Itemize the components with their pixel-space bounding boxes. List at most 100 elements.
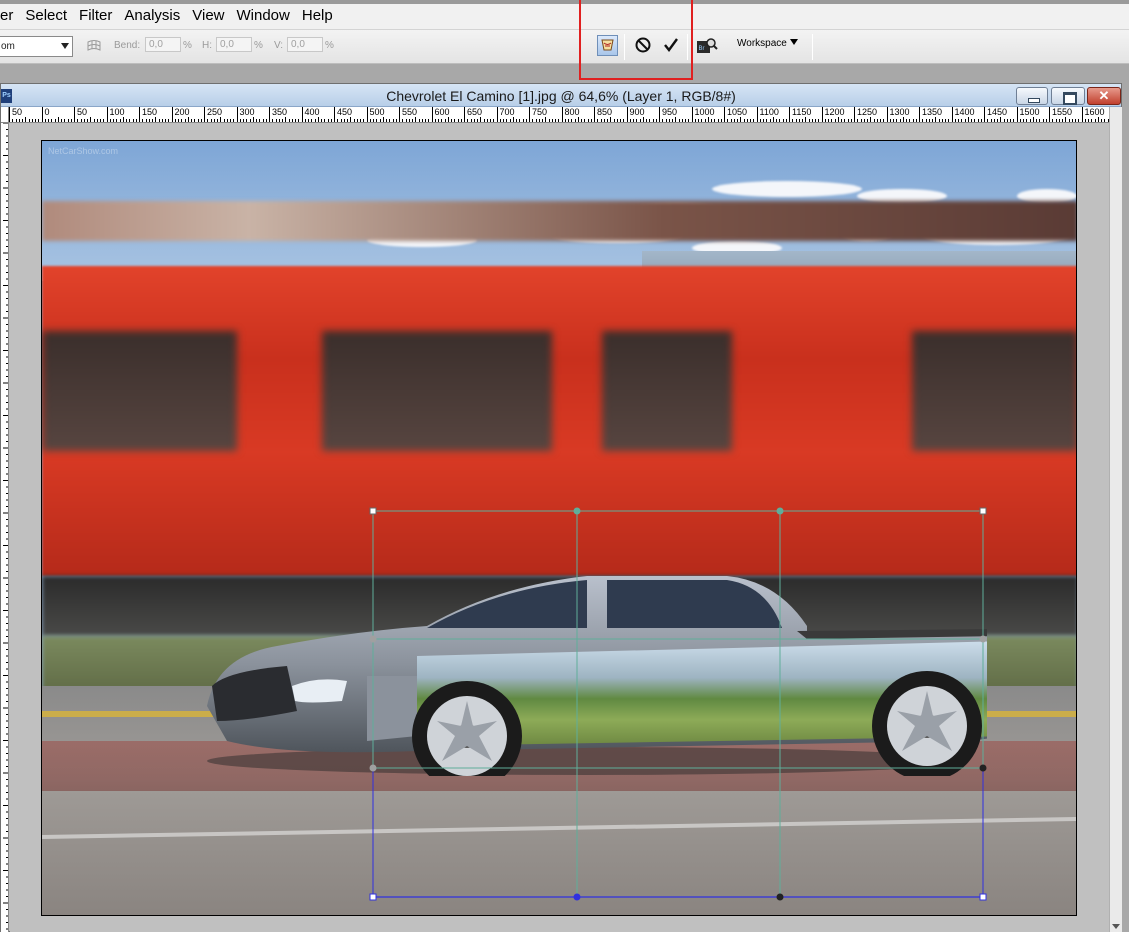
- cancel-transform-icon[interactable]: [634, 36, 652, 54]
- ruler-minor-tick: [776, 119, 777, 122]
- ruler-minor-tick: [87, 119, 88, 122]
- ruler-minor-tick: [152, 119, 153, 122]
- warp-mode-toggle-button[interactable]: [597, 35, 618, 56]
- minimize-button[interactable]: [1016, 87, 1048, 105]
- ruler-minor-tick: [792, 119, 794, 122]
- canvas-area[interactable]: NetCarShow.com: [10, 124, 1109, 932]
- cloud: [712, 181, 862, 197]
- workspace-menu[interactable]: Workspace: [737, 37, 798, 51]
- warp-style-select[interactable]: om: [0, 36, 73, 57]
- ruler-minor-tick: [1013, 119, 1015, 122]
- ruler-minor-tick: [646, 119, 647, 122]
- commit-transform-icon[interactable]: [662, 36, 680, 54]
- warp-mesh-icon[interactable]: [86, 38, 102, 54]
- ruler-minor-tick: [883, 119, 885, 122]
- ruler-minor-tick: [945, 119, 946, 122]
- horizontal-ruler[interactable]: 50 0 50 100 150 200 250 300 350 400 450 500 550 600 65…: [9, 107, 1109, 123]
- ruler-minor-tick: [724, 117, 725, 122]
- ruler-minor-tick: [727, 119, 729, 122]
- ruler-minor-tick: [1023, 119, 1024, 122]
- bridge-browse-icon[interactable]: Br: [696, 36, 718, 56]
- ruler-minor-tick: [665, 119, 667, 122]
- vertical-distortion-input[interactable]: 0,0: [287, 37, 323, 52]
- horizontal-distortion-percent: %: [254, 40, 263, 51]
- menu-bar: er Select Filter Analysis View Window Help: [0, 0, 1129, 30]
- ruler-minor-tick: [701, 119, 703, 122]
- ruler-minor-tick: [675, 117, 677, 122]
- menu-item-window[interactable]: Window: [231, 1, 296, 31]
- ruler-minor-tick: [831, 119, 833, 122]
- ruler-minor-tick: [1003, 119, 1005, 122]
- ruler-minor-tick: [243, 119, 244, 122]
- ruler-minor-tick: [990, 119, 992, 122]
- ruler-minor-tick: [464, 117, 465, 122]
- ruler-minor-tick: [542, 119, 543, 122]
- ruler-minor-tick: [1088, 119, 1089, 122]
- ruler-minor-tick: [96, 119, 98, 122]
- ruler-minor-tick: [298, 119, 300, 122]
- ruler-minor-tick: [841, 119, 842, 122]
- horizontal-distortion-input[interactable]: 0,0: [216, 37, 252, 52]
- ruler-origin[interactable]: [1, 107, 9, 123]
- ruler-minor-tick: [620, 119, 621, 122]
- ruler-minor-tick: [704, 119, 706, 122]
- ruler-minor-tick: [1045, 119, 1047, 122]
- vertical-distortion-label: V:: [274, 40, 284, 51]
- ruler-minor-tick: [389, 119, 391, 122]
- toolbar-separator: [687, 34, 688, 60]
- ruler-minor-tick: [467, 119, 469, 122]
- ruler-minor-tick: [265, 119, 267, 122]
- ruler-minor-tick: [626, 117, 628, 122]
- ruler-minor-tick: [308, 119, 309, 122]
- ruler-minor-tick: [512, 117, 514, 122]
- menu-item-select[interactable]: Select: [19, 1, 73, 31]
- ruler-minor-tick: [191, 119, 192, 122]
- ruler-minor-tick: [932, 119, 933, 122]
- ruler-minor-tick: [909, 119, 911, 122]
- document-title-bar[interactable]: Ps Chevrolet El Camino [1].jpg @ 64,6% (…: [1, 84, 1121, 107]
- ruler-minor-tick: [574, 119, 576, 122]
- ruler-minor-tick: [1104, 119, 1106, 122]
- ruler-minor-tick: [763, 119, 764, 122]
- ruler-minor-tick: [457, 119, 459, 122]
- document-image[interactable]: NetCarShow.com: [41, 140, 1077, 916]
- ruler-minor-tick: [1091, 119, 1093, 122]
- vertical-distortion-percent: %: [325, 40, 334, 51]
- ruler-minor-tick: [743, 119, 745, 122]
- ruler-minor-tick: [759, 119, 761, 122]
- ruler-minor-tick: [321, 119, 322, 122]
- ruler-minor-tick: [51, 119, 53, 122]
- ruler-minor-tick: [1039, 119, 1041, 122]
- ruler-minor-tick: [168, 119, 170, 122]
- menu-item-help[interactable]: Help: [296, 1, 339, 31]
- ruler-minor-tick: [360, 119, 361, 122]
- ruler-minor-tick: [568, 119, 569, 122]
- ruler-minor-tick: [1042, 119, 1044, 122]
- vertical-ruler[interactable]: [1, 123, 9, 932]
- maximize-button[interactable]: [1051, 87, 1085, 105]
- ruler-minor-tick: [899, 119, 901, 122]
- menu-item-filter[interactable]: Filter: [73, 1, 118, 31]
- vertical-ruler-ticks: [3, 123, 8, 930]
- ruler-minor-tick: [691, 117, 693, 122]
- scroll-down-icon[interactable]: [1112, 924, 1120, 929]
- menu-item-view[interactable]: View: [186, 1, 230, 31]
- ruler-minor-tick: [480, 117, 482, 122]
- ruler-minor-tick: [951, 117, 953, 122]
- ruler-minor-tick: [165, 119, 166, 122]
- vertical-scrollbar[interactable]: [1109, 107, 1122, 932]
- ruler-minor-tick: [142, 119, 144, 122]
- ruler-minor-tick: [113, 119, 114, 122]
- ruler-minor-tick: [564, 119, 566, 122]
- ruler-minor-tick: [967, 117, 969, 122]
- ruler-minor-tick: [9, 117, 10, 122]
- ruler-minor-tick: [746, 119, 748, 122]
- ruler-minor-tick: [1049, 117, 1050, 122]
- bend-input[interactable]: 0,0: [145, 37, 181, 52]
- ruler-minor-tick: [935, 117, 937, 122]
- ruler-minor-tick: [974, 119, 976, 122]
- ruler-minor-tick: [928, 119, 930, 122]
- menu-item-analysis[interactable]: Analysis: [118, 1, 186, 31]
- menu-item-er[interactable]: er: [0, 1, 19, 31]
- close-button[interactable]: [1087, 87, 1121, 105]
